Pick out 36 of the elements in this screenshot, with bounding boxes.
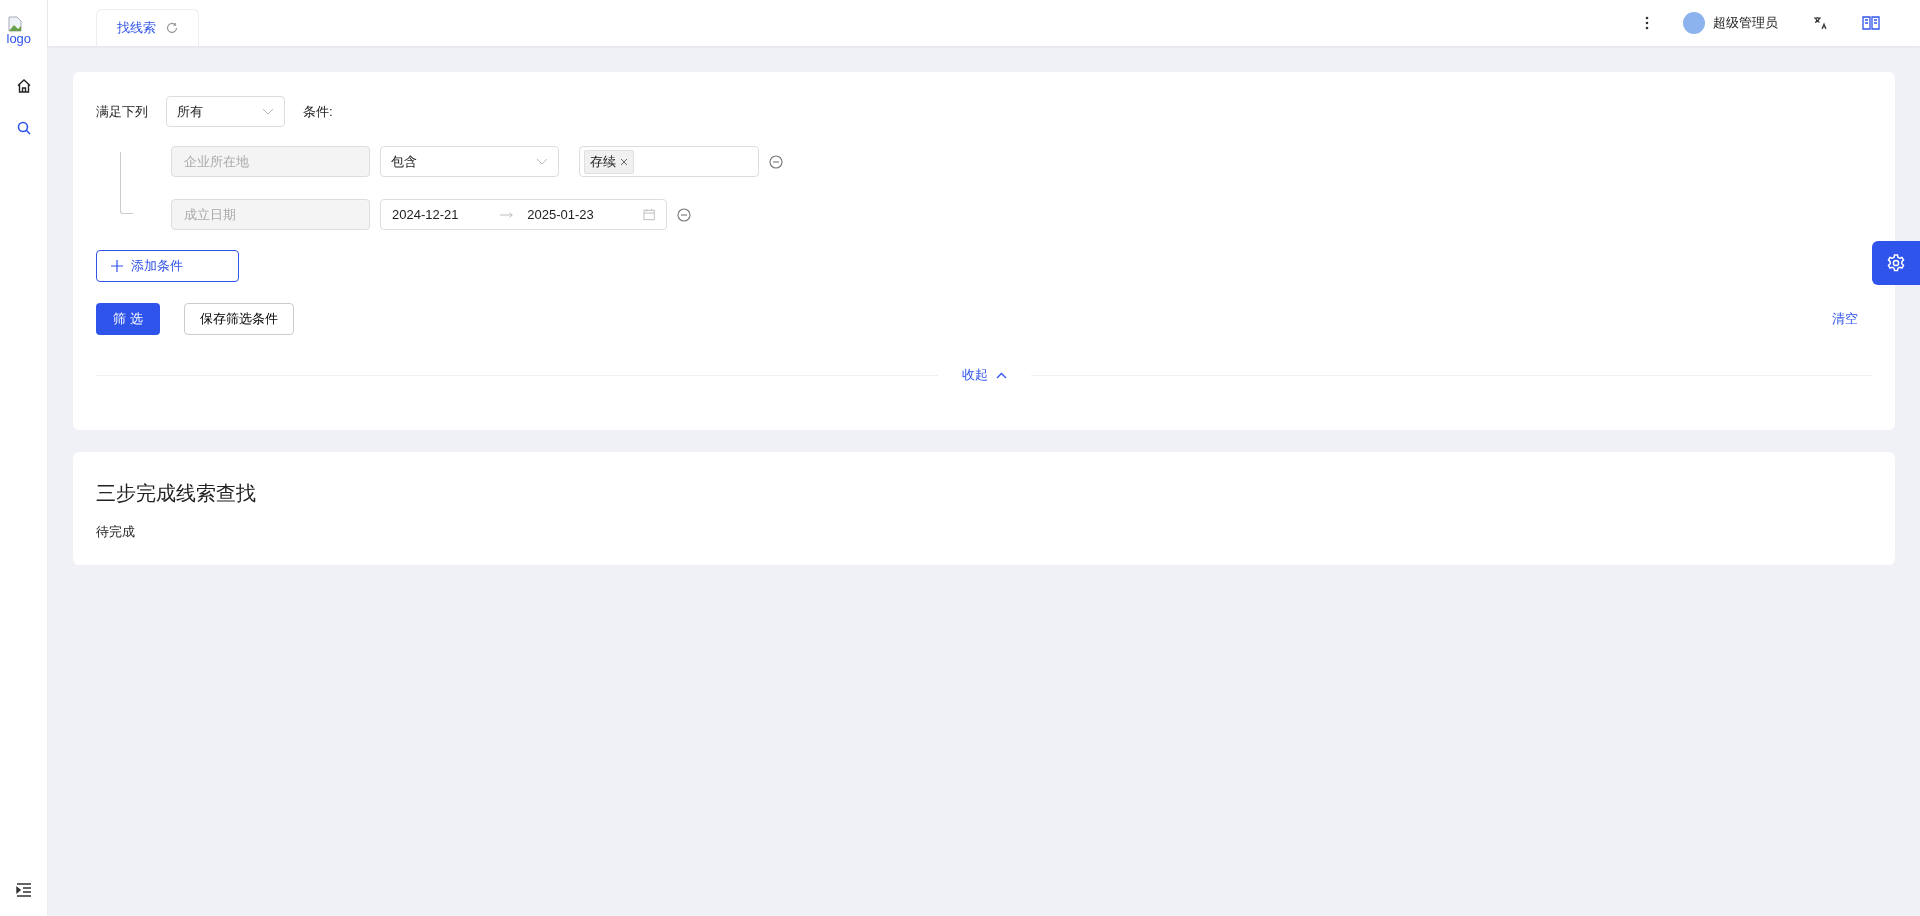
settings-button[interactable] bbox=[1872, 241, 1920, 285]
collapse-link[interactable]: 收起 bbox=[947, 366, 1021, 384]
value-tag: 存续 bbox=[584, 149, 634, 174]
book-icon[interactable] bbox=[1862, 15, 1880, 31]
broken-logo-image: logo bbox=[6, 16, 41, 46]
chevron-up-icon bbox=[995, 371, 1007, 379]
remove-icon[interactable] bbox=[769, 154, 783, 169]
close-icon[interactable] bbox=[620, 157, 628, 166]
translate-icon[interactable] bbox=[1812, 15, 1828, 31]
match-select[interactable]: 所有 bbox=[166, 96, 285, 127]
settings-icon bbox=[1886, 253, 1906, 273]
guide-title: 三步完成线索查找 bbox=[96, 481, 257, 506]
operator-select[interactable]: 包含 bbox=[380, 146, 559, 177]
indent-icon bbox=[15, 883, 32, 897]
remove-icon[interactable] bbox=[677, 207, 691, 222]
add-condition-button[interactable]: 添加条件 bbox=[96, 250, 239, 282]
search-icon bbox=[15, 120, 32, 136]
home-icon bbox=[15, 78, 32, 94]
date-range-field[interactable]: 2024-12-21 2025-01-23 bbox=[380, 199, 667, 230]
refresh-icon[interactable] bbox=[166, 22, 178, 34]
condition-label: 条件: bbox=[303, 102, 333, 121]
value-select[interactable]: 存续 bbox=[579, 146, 759, 177]
condition-bracket bbox=[120, 152, 133, 214]
page-tab[interactable]: 找线索 bbox=[96, 9, 199, 46]
more-icon[interactable] bbox=[1645, 16, 1649, 30]
user-name[interactable]: 超级管理员 bbox=[1713, 14, 1778, 32]
calendar-icon bbox=[642, 208, 655, 221]
chevron-down-icon bbox=[262, 107, 274, 116]
guide-status: 待完成 bbox=[96, 523, 136, 541]
filter-button[interactable]: 筛 选 bbox=[96, 303, 160, 335]
clear-link[interactable]: 清空 bbox=[1818, 310, 1872, 328]
save-filter-button[interactable]: 保存筛选条件 bbox=[184, 303, 294, 335]
match-label: 满足下列 bbox=[96, 102, 148, 121]
plus-icon bbox=[111, 260, 123, 272]
arrow-right-icon bbox=[500, 211, 514, 218]
chevron-down-icon bbox=[536, 157, 548, 166]
